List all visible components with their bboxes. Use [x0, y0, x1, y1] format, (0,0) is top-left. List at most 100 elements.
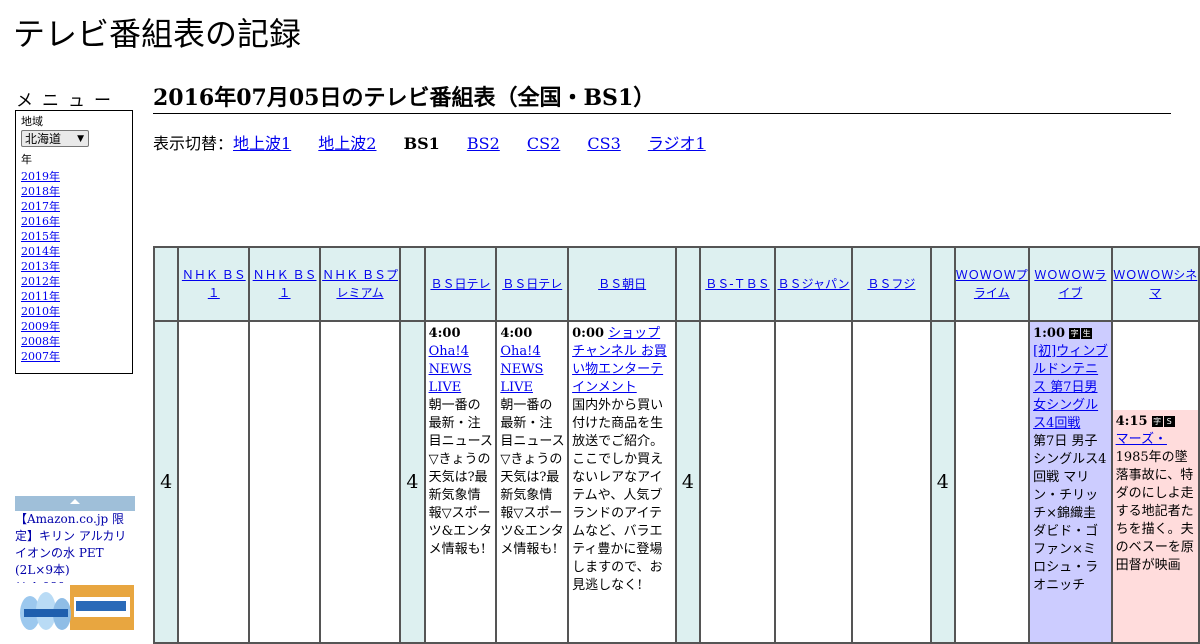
program-cell-empty: [698, 320, 777, 644]
program-time: 4:15: [1115, 414, 1148, 429]
year-link[interactable]: 2015年: [21, 229, 127, 244]
menu-box: 地域 北海道 ▼ 年 2019年 2018年 2017年 2016年 2015年…: [15, 110, 133, 374]
channel-header: ＢＳ朝日: [567, 246, 678, 322]
hour-cell: 4: [399, 320, 426, 644]
site-title: テレビ番組表の記録: [13, 15, 302, 53]
subtitle-badge-icon: 字: [1151, 416, 1163, 427]
program-cell: 0:00 ショップチャンネル お買い物エンターテインメント 国内外から買い付けた…: [567, 320, 678, 644]
channel-link[interactable]: ＮＨＫ ＢＳ１: [253, 268, 317, 300]
channel-link[interactable]: ＷＯＷＯＷシネマ: [1113, 268, 1197, 300]
switch-link-cs2[interactable]: CS2: [527, 134, 560, 153]
program-description: 朝一番の最新・注目ニュース▽きょうの天気は?最新気象情報▽スポーツ&エンタメ情報…: [500, 398, 565, 557]
program-cell-empty: [850, 320, 933, 644]
program-cell: 4:00 Oha!4 NEWS LIVE 朝一番の最新・注目ニュース▽きょうの天…: [423, 320, 498, 644]
year-list: 2019年 2018年 2017年 2016年 2015年 2014年 2013…: [21, 169, 127, 364]
channel-header: ＷＯＷＯＷライブ: [1028, 246, 1113, 322]
program-title-link[interactable]: [初]ウィンブルドンテニス 第7日男女シングルス4回戦: [1033, 344, 1108, 431]
ad-collapse-bar[interactable]: [15, 496, 135, 511]
channel-header: ＮＨＫ ＢＳプレミアム: [318, 246, 402, 322]
year-link[interactable]: 2017年: [21, 199, 127, 214]
channel-link[interactable]: ＷＯＷＯＷライブ: [1034, 268, 1106, 300]
year-link[interactable]: 2012年: [21, 274, 127, 289]
channel-header: ＢＳジャパン: [774, 246, 853, 322]
switch-link-terrestrial-2[interactable]: 地上波2: [318, 134, 376, 153]
program-cell-empty: [248, 320, 321, 644]
channel-header: ＷＯＷＯＷシネマ: [1110, 246, 1200, 322]
live-badge-icon: 生: [1081, 328, 1093, 339]
channel-link[interactable]: ＮＨＫ ＢＳ１: [182, 268, 246, 300]
hour-header: [930, 246, 956, 322]
program-cell-empty: [953, 320, 1031, 644]
chevron-up-icon: [70, 499, 80, 504]
hour-cell: 4: [675, 320, 701, 644]
program-row: 4 4 4:00 Oha!4 NEWS LIVE 朝一番の最新・注目ニュース▽き…: [152, 320, 1200, 644]
channel-link[interactable]: ＢＳフジ: [867, 277, 915, 291]
channel-link[interactable]: ＷＯＷＯＷプライム: [956, 268, 1028, 300]
hour-header: [152, 246, 180, 322]
year-link[interactable]: 2016年: [21, 214, 127, 229]
program-cell: 1:00 字生 [初]ウィンブルドンテニス 第7日男女シングルス4回戦 第7日 男…: [1028, 320, 1113, 644]
chevron-down-icon: ▼: [77, 134, 84, 144]
switch-link-cs3[interactable]: CS3: [587, 134, 620, 153]
channel-header: ＷＯＷＯＷプライム: [953, 246, 1031, 322]
program-description: 朝一番の最新・注目ニュース▽きょうの天気は?最新気象情報▽スポーツ&エンタメ情報…: [428, 398, 493, 557]
program-title-link[interactable]: Oha!4 NEWS LIVE: [429, 344, 472, 395]
year-link[interactable]: 2008年: [21, 334, 127, 349]
program-cell: 4:15 字S マーズ・ 1985年の墜落事故に、特ダのにしよ走する地記者たちを…: [1110, 320, 1200, 644]
channel-link[interactable]: ＢＳ日テレ: [430, 277, 490, 291]
region-select[interactable]: 北海道 ▼: [21, 130, 89, 147]
water-bottles-image[interactable]: [16, 583, 134, 630]
program-time: 1:00: [1033, 326, 1066, 341]
channel-link[interactable]: ＢＳ日テレ: [502, 277, 562, 291]
year-link[interactable]: 2014年: [21, 244, 127, 259]
region-select-value: 北海道: [25, 132, 62, 146]
year-link[interactable]: 2018年: [21, 184, 127, 199]
program-title-link[interactable]: Oha!4 NEWS LIVE: [500, 344, 543, 395]
hour-header: [399, 246, 426, 322]
program-cell-empty: [318, 320, 402, 644]
switch-link-bs2[interactable]: BS2: [467, 134, 500, 153]
year-link[interactable]: 2010年: [21, 304, 127, 319]
switch-link-terrestrial-1[interactable]: 地上波1: [233, 134, 291, 153]
program-time: 0:00: [572, 326, 605, 341]
switch-link-radio-1[interactable]: ラジオ1: [648, 134, 706, 153]
channel-link[interactable]: ＮＨＫ ＢＳプレミアム: [322, 268, 398, 300]
year-link[interactable]: 2019年: [21, 169, 127, 184]
hour-cell: 4: [152, 320, 180, 644]
program-table: ＮＨＫ ＢＳ１ ＮＨＫ ＢＳ１ ＮＨＫ ＢＳプレミアム ＢＳ日テレ ＢＳ日テレ …: [152, 246, 1200, 644]
channel-link[interactable]: ＢＳ-ＴＢＳ: [705, 277, 769, 291]
program-time: 4:00: [428, 326, 461, 341]
menu-title: メニュー: [16, 91, 120, 111]
channel-header: ＢＳ日テレ: [495, 246, 570, 322]
subtitle-badge-icon: 字: [1069, 328, 1081, 339]
program-description: 国内外から買い付けた商品を生放送でご紹介。ここでしか買えないレアなアイテムや、人…: [572, 398, 664, 593]
program-cell-empty: [177, 320, 251, 644]
page-heading: 2016年07月05日のテレビ番組表（全国・BS1）: [153, 84, 1171, 114]
year-label: 年: [21, 153, 32, 166]
ad-product-link[interactable]: 【Amazon.co.jp 限定】キリン アルカリイオンの水 PET (2L×9…: [15, 512, 126, 577]
region-label: 地域: [21, 115, 43, 128]
program-cell-empty: [774, 320, 853, 644]
hour-cell: 4: [930, 320, 956, 644]
channel-switcher: 表示切替：地上波1 地上波2 BS1 BS2 CS2 CS3 ラジオ1: [153, 134, 728, 154]
switch-label: 表示切替：: [153, 134, 234, 153]
channel-link[interactable]: ＢＳ朝日: [598, 277, 646, 291]
hour-header: [675, 246, 701, 322]
program-description: 第7日 男子シングルス4回戦 マリン・チリッチ×錦織圭 ダビド・ゴファン×ミロシ…: [1033, 434, 1107, 593]
channel-header: ＢＳフジ: [850, 246, 933, 322]
year-link[interactable]: 2011年: [21, 289, 127, 304]
channel-header: ＮＨＫ ＢＳ１: [248, 246, 321, 322]
program-title-link[interactable]: マーズ・: [1116, 432, 1167, 447]
channel-header: ＢＳ-ＴＢＳ: [698, 246, 777, 322]
program-description: 1985年の墜落事故に、特ダのにしよ走する地記者たちを描く。夫のベスーを原田督が…: [1115, 450, 1194, 573]
year-link[interactable]: 2009年: [21, 319, 127, 334]
channel-header: ＢＳ日テレ: [423, 246, 498, 322]
year-link[interactable]: 2013年: [21, 259, 127, 274]
channel-header: ＮＨＫ ＢＳ１: [177, 246, 251, 322]
program-time: 4:00: [500, 326, 533, 341]
stereo-badge-icon: S: [1163, 416, 1175, 427]
channel-link[interactable]: ＢＳジャパン: [778, 277, 850, 291]
year-link[interactable]: 2007年: [21, 349, 127, 364]
channel-header-row: ＮＨＫ ＢＳ１ ＮＨＫ ＢＳ１ ＮＨＫ ＢＳプレミアム ＢＳ日テレ ＢＳ日テレ …: [152, 246, 1200, 322]
program-cell: 4:00 Oha!4 NEWS LIVE 朝一番の最新・注目ニュース▽きょうの天…: [495, 320, 570, 644]
